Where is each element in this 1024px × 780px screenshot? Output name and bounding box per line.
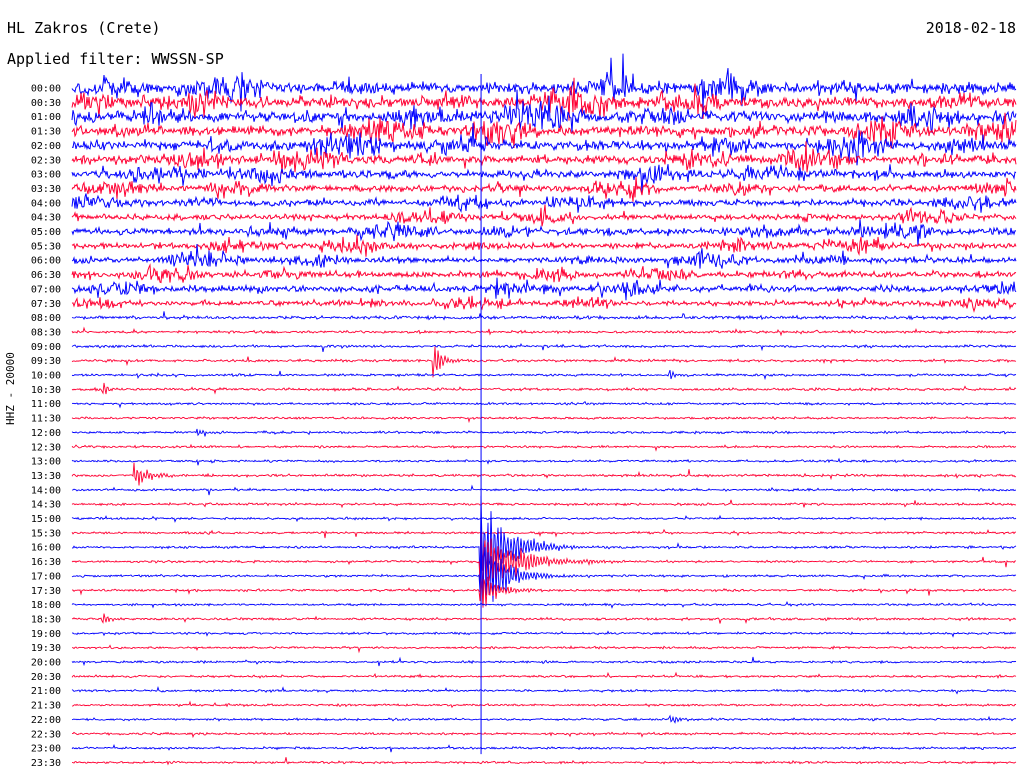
row-time-label: 10:00 bbox=[31, 371, 61, 382]
row-time-label: 18:30 bbox=[31, 614, 61, 625]
row-time-label: 13:00 bbox=[31, 457, 61, 468]
row-time-label: 09:30 bbox=[31, 356, 61, 367]
helicorder-plot: 00:00 00:30 01:00 01:30 02:00 02:30 03:00 03:30… bbox=[31, 53, 1017, 769]
trace-row bbox=[71, 342, 1017, 352]
trace-row bbox=[71, 630, 1017, 638]
trace-row bbox=[71, 462, 1017, 486]
row-time-label: 07:30 bbox=[31, 299, 61, 310]
row-time-label: 00:00 bbox=[31, 84, 61, 95]
row-time-label: 16:00 bbox=[31, 543, 61, 554]
row-time-label: 11:30 bbox=[31, 414, 61, 425]
row-time-label: 07:00 bbox=[31, 284, 61, 295]
row-time-label: 23:30 bbox=[31, 758, 61, 769]
trace-row bbox=[71, 484, 1017, 496]
row-time-label: 08:00 bbox=[31, 313, 61, 324]
row-time-label: 08:30 bbox=[31, 327, 61, 338]
row-time-label: 02:30 bbox=[31, 155, 61, 166]
row-time-label: 10:30 bbox=[31, 385, 61, 396]
row-time-label: 18:00 bbox=[31, 600, 61, 611]
trace-row bbox=[71, 176, 1017, 202]
trace-row bbox=[71, 443, 1017, 452]
row-time-label: 19:30 bbox=[31, 643, 61, 654]
row-time-label: 04:00 bbox=[31, 198, 61, 209]
row-time-label: 20:30 bbox=[31, 672, 61, 683]
trace-row bbox=[71, 600, 1017, 609]
row-time-label: 05:00 bbox=[31, 227, 61, 238]
trace-row bbox=[72, 644, 1017, 654]
row-time-label: 19:00 bbox=[31, 629, 61, 640]
row-time-label: 14:00 bbox=[31, 485, 61, 496]
trace-row bbox=[71, 263, 1017, 284]
trace-row bbox=[71, 575, 1017, 608]
row-time-label: 12:00 bbox=[31, 428, 61, 439]
row-time-label: 01:30 bbox=[31, 127, 61, 138]
row-time-label: 23:00 bbox=[31, 744, 61, 755]
trace-row bbox=[71, 700, 1017, 709]
row-time-label: 03:30 bbox=[31, 184, 61, 195]
row-time-label: 11:00 bbox=[31, 399, 61, 410]
row-time-label: 17:30 bbox=[31, 586, 61, 597]
trace-row bbox=[71, 401, 1017, 409]
trace-row bbox=[71, 656, 1017, 667]
trace-row bbox=[71, 714, 1017, 724]
trace-row bbox=[71, 369, 1017, 381]
row-time-label: 17:00 bbox=[31, 571, 61, 582]
row-time-label: 02:00 bbox=[31, 141, 61, 152]
trace-row bbox=[71, 382, 1017, 395]
trace-row bbox=[71, 613, 1017, 625]
row-time-label: 06:00 bbox=[31, 256, 61, 267]
trace-row bbox=[72, 731, 1016, 739]
row-time-label: 09:00 bbox=[31, 342, 61, 353]
trace-row bbox=[71, 528, 1016, 595]
trace-row bbox=[71, 671, 1017, 679]
trace-row bbox=[71, 528, 1017, 539]
trace-row bbox=[72, 757, 1017, 766]
row-time-label: 15:00 bbox=[31, 514, 61, 525]
row-time-label: 14:30 bbox=[31, 500, 61, 511]
row-time-label: 22:00 bbox=[31, 715, 61, 726]
trace-row bbox=[71, 457, 1017, 466]
trace-row bbox=[71, 277, 1017, 301]
row-time-label: 04:30 bbox=[31, 213, 61, 224]
row-time-label: 05:30 bbox=[31, 241, 61, 252]
row-time-label: 12:30 bbox=[31, 442, 61, 453]
trace-row bbox=[71, 295, 1017, 313]
trace-row bbox=[71, 311, 1017, 321]
row-time-label: 03:00 bbox=[31, 170, 61, 181]
row-time-label: 21:30 bbox=[31, 701, 61, 712]
trace-row bbox=[71, 234, 1017, 257]
trace-row bbox=[71, 744, 1017, 753]
row-time-label: 20:00 bbox=[31, 658, 61, 669]
row-time-label: 21:00 bbox=[31, 686, 61, 697]
row-time-label: 01:00 bbox=[31, 112, 61, 123]
row-time-label: 22:30 bbox=[31, 729, 61, 740]
trace-row bbox=[71, 326, 1017, 337]
trace-row bbox=[71, 428, 1016, 437]
trace-row bbox=[71, 204, 1017, 227]
trace-row bbox=[71, 346, 1017, 378]
row-time-label: 15:30 bbox=[31, 528, 61, 539]
row-time-label: 00:30 bbox=[31, 98, 61, 109]
trace-row bbox=[71, 686, 1017, 695]
trace-row bbox=[71, 415, 1017, 424]
row-time-label: 06:30 bbox=[31, 270, 61, 281]
trace-row bbox=[71, 499, 1017, 509]
trace-row bbox=[71, 514, 1017, 523]
row-time-label: 13:30 bbox=[31, 471, 61, 482]
row-time-label: 16:30 bbox=[31, 557, 61, 568]
